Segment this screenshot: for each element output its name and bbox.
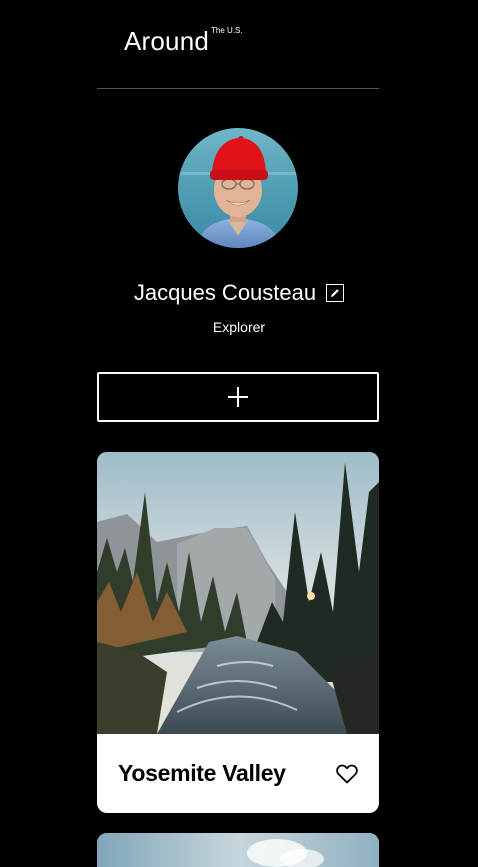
avatar-image: [178, 128, 298, 248]
profile-role: Explorer: [212, 319, 266, 335]
plus-icon: [228, 387, 248, 407]
edit-profile-button[interactable]: [326, 284, 345, 302]
heart-outline-icon: [336, 764, 358, 783]
place-card: [97, 833, 379, 867]
header: Around The U.S.: [97, 0, 379, 89]
avatar[interactable]: [178, 128, 298, 248]
page: Around The U.S. Jacques Cousteau Explore…: [0, 0, 478, 867]
card-title: Yosemite Valley: [118, 760, 286, 786]
add-place-button[interactable]: [97, 372, 379, 422]
profile-name: Jacques Cousteau: [133, 280, 317, 305]
card-image[interactable]: [97, 833, 379, 867]
card-footer: Yosemite Valley: [97, 734, 379, 813]
profile-name-row: Jacques Cousteau: [0, 278, 478, 308]
like-button[interactable]: [335, 762, 359, 786]
place-card: Yosemite Valley: [97, 452, 379, 813]
logo-superscript: The U.S.: [211, 26, 243, 35]
logo-text: Around: [124, 26, 210, 56]
card-image[interactable]: [97, 452, 379, 734]
pencil-icon: [331, 289, 339, 297]
logo: Around The U.S.: [124, 26, 243, 56]
